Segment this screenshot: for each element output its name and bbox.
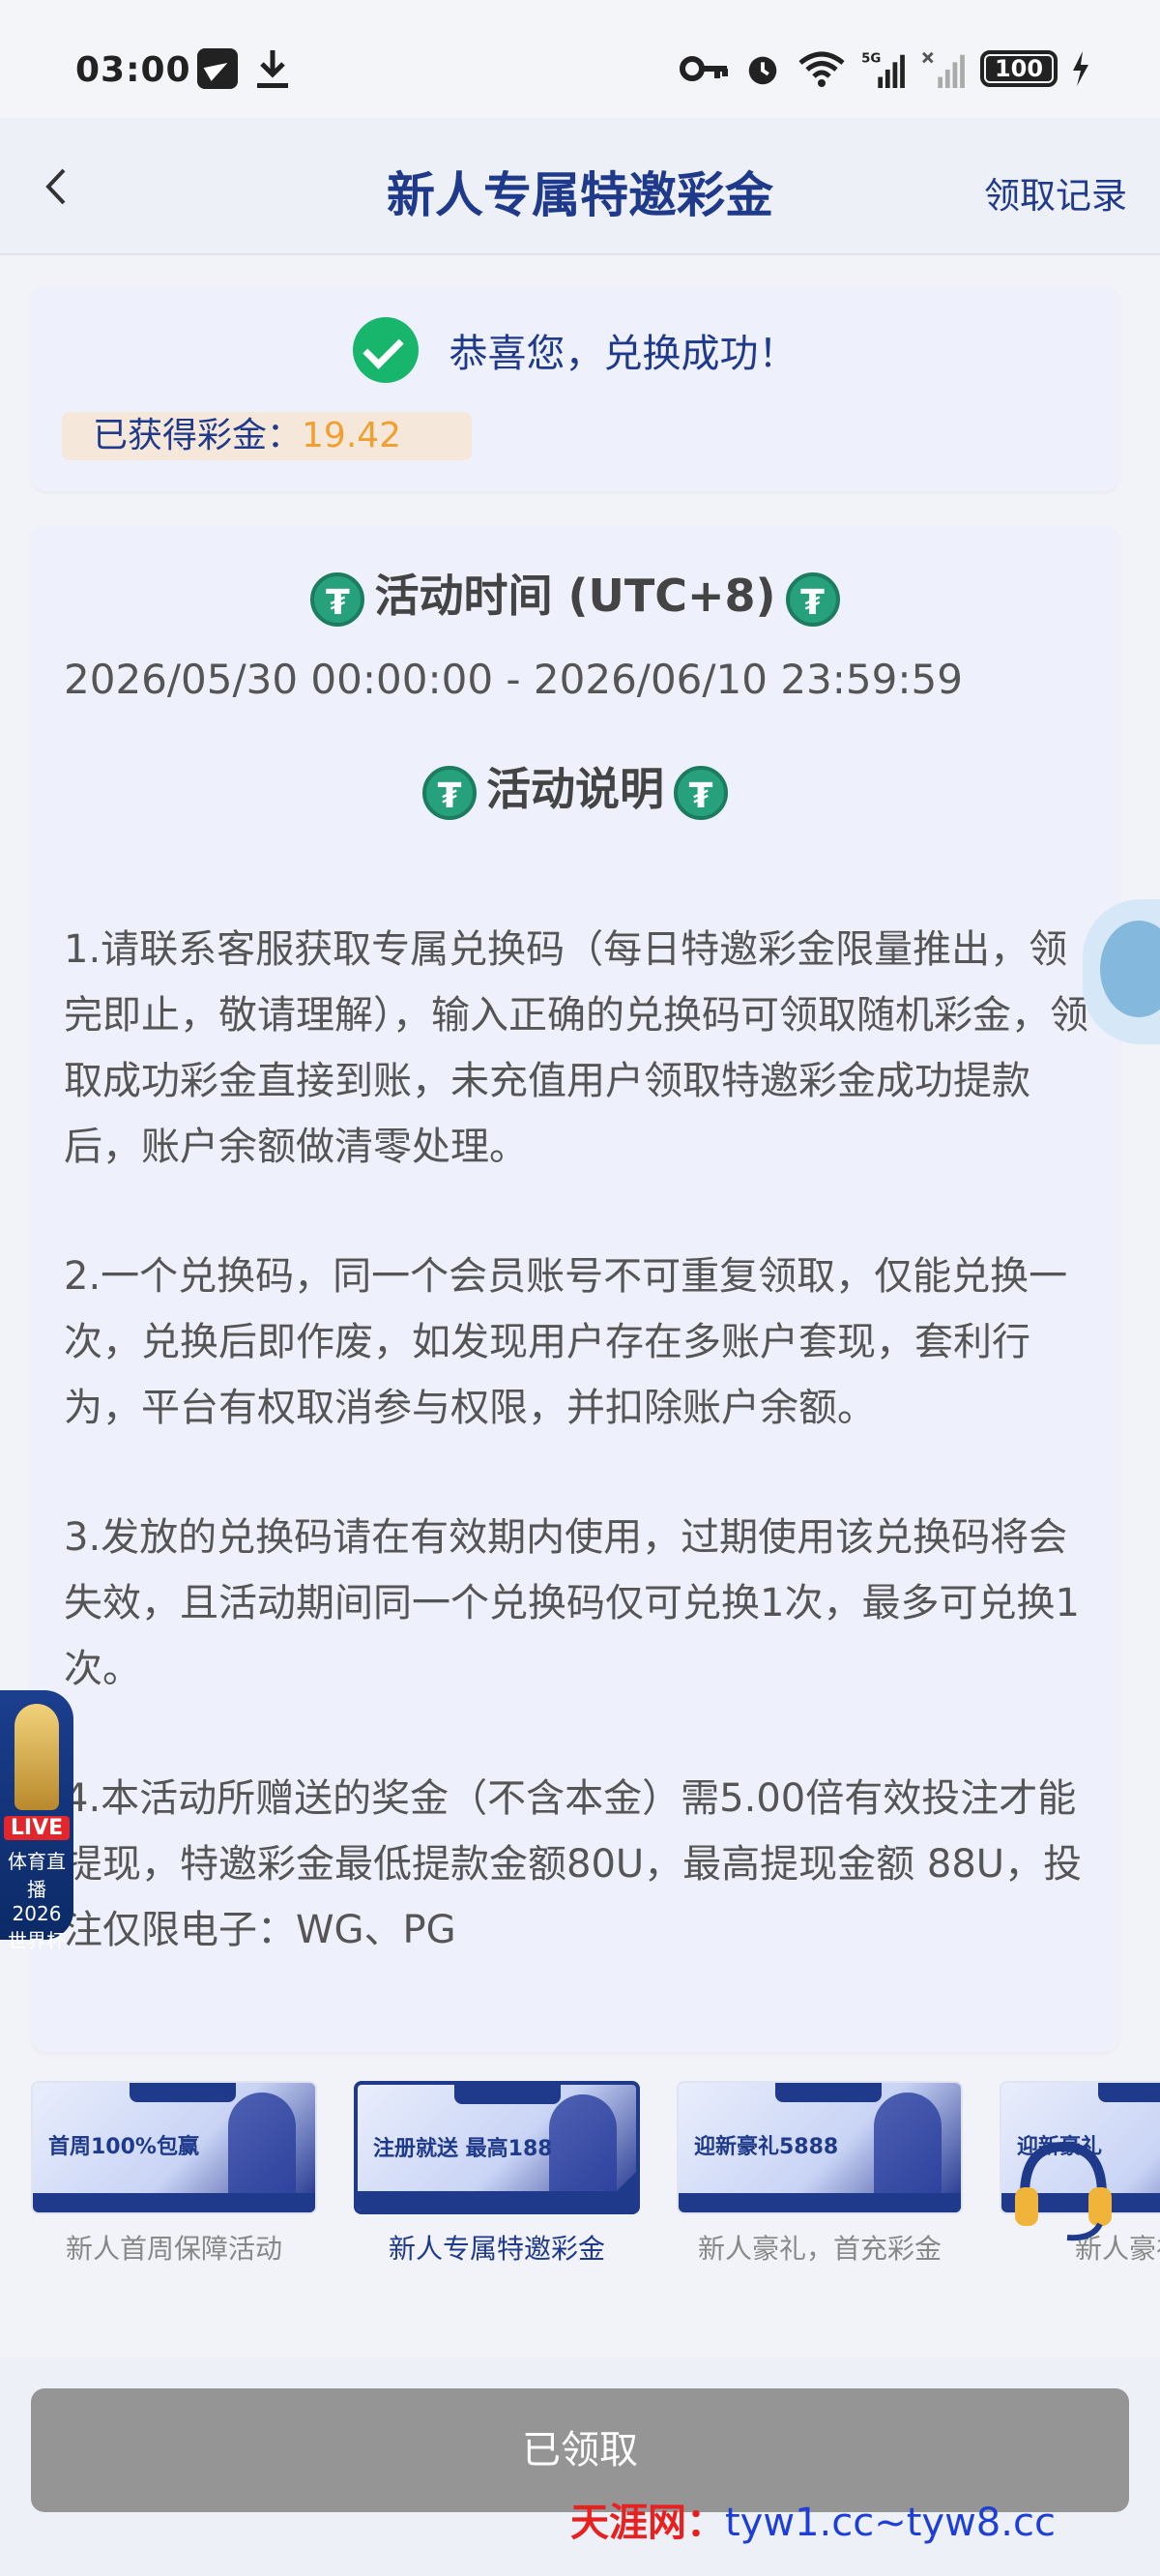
promo-banner-caption: 新人豪礼，首充彩金 — [697, 2233, 942, 2265]
live-label: 体育直播 — [8, 1850, 66, 1901]
watermark: 天涯网：tyw1.cc~tyw8.cc — [570, 2491, 1056, 2547]
activity-time-heading: ₮ 活动时间 (UTC+8) ₮ — [31, 561, 1119, 627]
success-check-icon — [353, 317, 420, 383]
charging-icon — [1073, 51, 1088, 86]
rule-item: 4.本活动所赠送的奖金（不含本金）需5.00倍有效投注才能提现，特邀彩金最低提款… — [64, 1776, 1083, 1952]
banner-headline: 注册就送 最高188 — [373, 2137, 553, 2161]
key-icon — [680, 56, 728, 81]
success-row: 恭喜您，兑换成功！ — [31, 317, 1119, 383]
customer-service-headset-icon[interactable] — [1005, 2127, 1121, 2243]
activity-desc-title: 活动说明 — [486, 763, 664, 815]
tether-icon: ₮ — [422, 765, 477, 820]
earned-label: 已获得彩金： — [93, 416, 303, 455]
promo-banner-image: 首周100%包赢 — [31, 2081, 317, 2214]
earned-value: 19.42 — [302, 416, 402, 455]
page-header: 新人专属特邀彩金 领取记录 — [0, 118, 1160, 255]
promo-banner-item[interactable]: 首周100%包赢 新人首周保障活动 — [31, 2081, 317, 2267]
activity-time-range: 2026/05/30 00:00:00 - 2026/06/10 23:59:5… — [64, 656, 963, 703]
result-card: 恭喜您，兑换成功！ 已获得彩金：19.42 — [31, 286, 1119, 491]
live-event: 世界杯 — [8, 1929, 66, 1952]
telegram-icon — [197, 48, 238, 89]
watermark-urls: tyw1.cc~tyw8.cc — [725, 2501, 1056, 2545]
activity-card: ₮ 活动时间 (UTC+8) ₮ 2026/05/30 00:00:00 - 202… — [31, 526, 1119, 2052]
banner-headline: 迎新豪礼5888 — [694, 2135, 839, 2159]
network-type-label: 5G — [861, 51, 881, 66]
activity-time-title: 活动时间 (UTC+8) — [374, 570, 776, 622]
watermark-site-name: 天涯网： — [570, 2501, 725, 2545]
trophy-icon — [14, 1704, 59, 1810]
status-time: 03:00 — [75, 50, 191, 90]
rule-item: 2.一个兑换码，同一个会员账号不可重复领取，仅能兑换一次，兑换后即作废，如发现用… — [64, 1254, 1068, 1430]
status-bar: 03:00 5G 100 — [0, 0, 1160, 118]
success-message: 恭喜您，兑换成功！ — [449, 332, 798, 376]
promo-banner-item-selected[interactable]: 注册就送 最高188 新人专属特邀彩金 — [354, 2081, 640, 2267]
download-icon — [257, 50, 288, 88]
claim-record-link[interactable]: 领取记录 — [984, 166, 1127, 219]
live-year: 2026 — [12, 1902, 62, 1925]
alarm-icon — [748, 56, 777, 85]
rules-list: 1.请联系客服获取专属兑换码（每日特邀彩金限量推出，领完即止，敬请理解），输入正… — [64, 917, 1088, 2027]
signal-empty-icon — [922, 51, 965, 88]
promo-banner-item[interactable]: 迎新豪礼5888 新人豪礼，首充彩金 — [677, 2081, 963, 2267]
earned-badge: 已获得彩金：19.42 — [62, 412, 472, 460]
promo-banner-caption: 新人专属特邀彩金 — [388, 2233, 605, 2265]
tether-icon: ₮ — [310, 571, 365, 627]
rule-item: 3.发放的兑换码请在有效期内使用，过期使用该兑换码将会失效，且活动期间同一个兑换… — [64, 1515, 1080, 1691]
promo-banner-image: 迎新豪礼5888 — [677, 2081, 963, 2214]
promo-banner-caption: 新人首周保障活动 — [65, 2233, 282, 2265]
battery-indicator: 100 — [980, 50, 1058, 87]
live-badge: LIVE — [4, 1816, 70, 1840]
wifi-icon — [798, 51, 845, 87]
signal-5g-icon: 5G — [861, 51, 905, 88]
promo-banner-strip: 首周100%包赢 新人首周保障活动 注册就送 最高188 新人专属特邀彩金 迎新… — [31, 2081, 1160, 2284]
tether-icon: ₮ — [674, 765, 728, 820]
tether-icon: ₮ — [785, 571, 840, 627]
promo-banner-image: 注册就送 最高188 — [354, 2081, 640, 2214]
activity-desc-heading: ₮ 活动说明 ₮ — [31, 754, 1119, 820]
world-cup-live-float[interactable]: LIVE 体育直播 2026 世界杯 — [0, 1690, 73, 1952]
banner-headline: 首周100%包赢 — [48, 2135, 199, 2159]
rule-item: 1.请联系客服获取专属兑换码（每日特邀彩金限量推出，领完即止，敬请理解），输入正… — [64, 927, 1088, 1169]
